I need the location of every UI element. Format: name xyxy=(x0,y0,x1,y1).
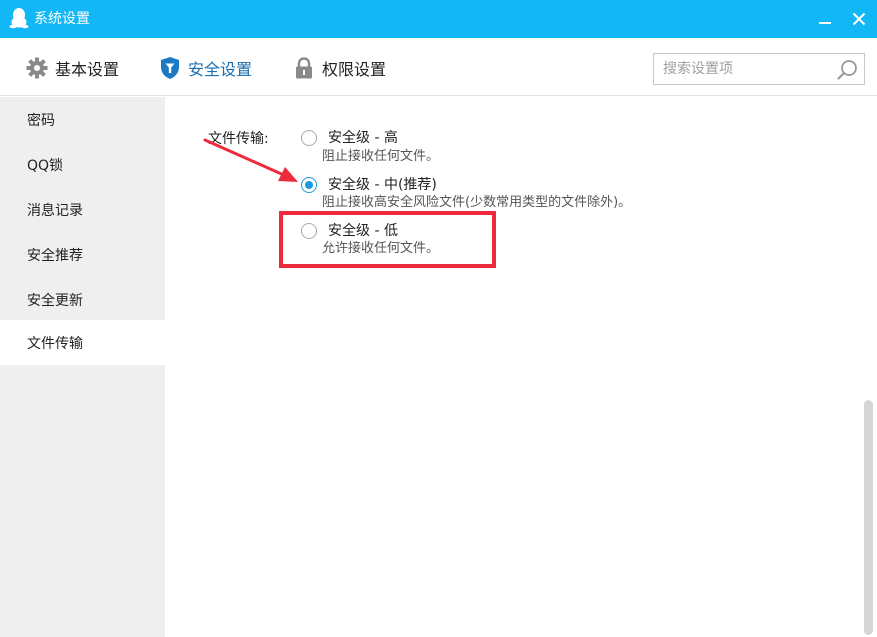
sidebar-item-message-history[interactable]: 消息记录 xyxy=(0,187,165,232)
tab-label: 权限设置 xyxy=(322,60,387,79)
option-title-high: 安全级 - 高 xyxy=(328,130,398,146)
minimize-icon xyxy=(819,22,831,24)
close-icon xyxy=(852,12,866,26)
radio-security-high[interactable] xyxy=(301,130,317,146)
highlight-box xyxy=(279,211,496,268)
lock-icon xyxy=(292,56,316,80)
tab-label: 安全设置 xyxy=(188,60,253,79)
settings-content: 文件传输: 安全级 - 高 阻止接收任何文件。 安全级 - 中(推荐) 阻止接收… xyxy=(165,97,877,637)
search-button[interactable] xyxy=(836,58,860,82)
tab-security-settings[interactable]: 安全设置 xyxy=(158,54,252,82)
gear-icon xyxy=(25,56,49,80)
file-transfer-label: 文件传输: xyxy=(208,131,269,147)
tab-basic-settings[interactable]: 基本设置 xyxy=(25,54,119,82)
settings-toolbar: 基本设置 安全设置 权限设置 xyxy=(0,38,877,96)
close-button[interactable] xyxy=(843,0,875,38)
scrollbar-thumb[interactable] xyxy=(864,400,873,635)
sidebar-item-qq-lock[interactable]: QQ锁 xyxy=(0,142,165,187)
qq-penguin-icon xyxy=(9,8,29,29)
title-bar: 系统设置 xyxy=(0,0,877,38)
window-title: 系统设置 xyxy=(34,11,90,27)
tab-permission-settings[interactable]: 权限设置 xyxy=(292,54,386,82)
option-desc-medium: 阻止接收高安全风险文件(少数常用类型的文件除外)。 xyxy=(322,195,632,210)
sidebar-item-security-recommend[interactable]: 安全推荐 xyxy=(0,232,165,277)
search-input[interactable] xyxy=(654,54,832,84)
tab-label: 基本设置 xyxy=(55,60,120,79)
shield-icon xyxy=(158,56,182,80)
search-icon xyxy=(837,60,857,80)
sidebar-item-file-transfer[interactable]: 文件传输 xyxy=(0,320,165,365)
option-title-medium: 安全级 - 中(推荐) xyxy=(328,177,437,193)
minimize-button[interactable] xyxy=(809,0,841,38)
sidebar: 密码 QQ锁 消息记录 安全推荐 安全更新 文件传输 xyxy=(0,97,165,637)
search-box xyxy=(653,53,865,85)
radio-security-medium[interactable] xyxy=(301,177,317,193)
sidebar-item-security-update[interactable]: 安全更新 xyxy=(0,277,165,322)
sidebar-item-password[interactable]: 密码 xyxy=(0,97,165,142)
option-desc-high: 阻止接收任何文件。 xyxy=(322,149,440,164)
